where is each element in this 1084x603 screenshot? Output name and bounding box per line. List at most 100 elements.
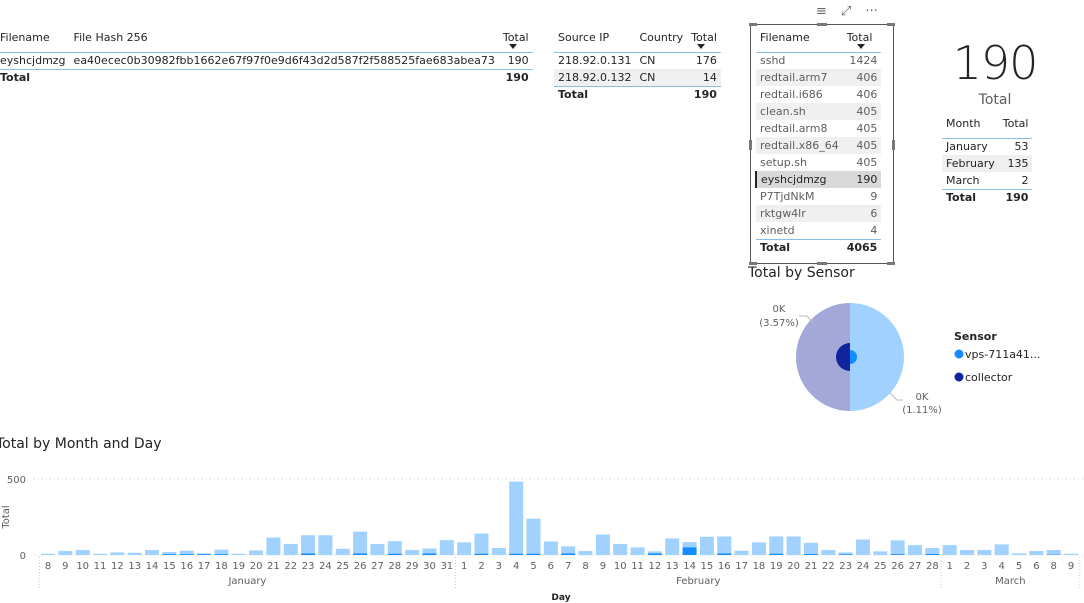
bar-highlight[interactable] <box>474 553 489 555</box>
bar[interactable] <box>595 534 610 555</box>
bar[interactable] <box>977 549 992 555</box>
table-row[interactable]: redtail.x86_64 405 <box>756 137 882 154</box>
bar[interactable] <box>1064 553 1079 555</box>
legend-marker-collector[interactable] <box>954 372 964 382</box>
bar[interactable] <box>214 549 229 555</box>
bar[interactable] <box>855 539 870 555</box>
bar-highlight[interactable] <box>179 554 194 555</box>
more-options-icon[interactable]: ··· <box>865 4 877 20</box>
bar-highlight[interactable] <box>803 554 818 555</box>
bar[interactable] <box>387 541 402 555</box>
bar-highlight[interactable] <box>353 553 368 555</box>
table-row[interactable]: rktgw4lr 6 <box>756 205 882 222</box>
bar[interactable] <box>41 553 55 555</box>
table-row[interactable]: P7TjdNkM 9 <box>756 188 881 205</box>
bar[interactable] <box>769 536 784 555</box>
bar[interactable] <box>145 549 160 555</box>
bar[interactable] <box>821 549 836 555</box>
col-filename[interactable]: Filename <box>0 28 70 52</box>
table-row[interactable]: redtail.arm8 405 <box>756 120 881 137</box>
table-row[interactable]: xinetd 4 <box>756 222 881 239</box>
table-row[interactable]: setup.sh 405 <box>756 154 881 171</box>
bar-highlight[interactable] <box>301 553 316 555</box>
bar[interactable] <box>457 542 472 555</box>
filter-icon[interactable]: ≡ <box>816 4 827 20</box>
legend-marker-vps[interactable] <box>954 349 964 359</box>
bar-highlight[interactable] <box>925 554 940 555</box>
bar-highlight[interactable] <box>647 553 662 555</box>
bar[interactable] <box>283 544 298 555</box>
bar-highlight[interactable] <box>214 554 229 555</box>
table-row[interactable]: February 135 <box>942 155 1033 172</box>
legend-item-collector[interactable]: collector <box>965 371 1013 384</box>
bar-highlight[interactable] <box>561 553 576 555</box>
bar-highlight[interactable] <box>509 553 524 555</box>
table-row[interactable]: 218.92.0.131 CN 176 <box>554 52 721 69</box>
bar[interactable] <box>231 553 246 555</box>
bar-highlight[interactable] <box>387 553 402 555</box>
bar[interactable] <box>543 541 558 555</box>
col-month[interactable]: Month <box>942 114 999 138</box>
bar[interactable] <box>717 536 732 555</box>
table-row[interactable]: eyshcjdmzg ea40ecec0b30982fbb1662e67f97f0… <box>0 52 533 69</box>
focus-mode-icon[interactable]: ⤢ <box>841 4 851 20</box>
bar-highlight[interactable] <box>197 554 212 555</box>
bar-highlight[interactable] <box>162 554 177 555</box>
table-row[interactable]: redtail.i686 406 <box>756 86 881 103</box>
bar[interactable] <box>960 549 975 555</box>
bar-highlight[interactable] <box>769 553 784 555</box>
bar[interactable] <box>630 547 645 555</box>
col-file-hash[interactable]: File Hash 256 <box>70 28 499 52</box>
bar[interactable] <box>1012 553 1027 555</box>
legend-item-vps[interactable]: vps-711a41... <box>965 348 1040 361</box>
bar[interactable] <box>318 535 333 555</box>
bar[interactable] <box>110 552 125 555</box>
col-source-ip[interactable]: Source IP <box>554 28 635 52</box>
bar[interactable] <box>890 540 905 555</box>
bar[interactable] <box>578 551 593 555</box>
bar[interactable] <box>665 538 680 555</box>
bar[interactable] <box>93 553 108 555</box>
bar[interactable] <box>803 542 818 555</box>
bar[interactable] <box>249 550 264 555</box>
table-row[interactable]: March 2 <box>942 172 1032 189</box>
bar-highlight[interactable] <box>526 553 541 555</box>
col-total[interactable]: Total <box>499 28 533 52</box>
bar[interactable] <box>405 549 420 555</box>
bar-highlight[interactable] <box>890 554 905 555</box>
col-total[interactable]: Total <box>999 114 1033 138</box>
bar[interactable] <box>908 545 922 555</box>
bar[interactable] <box>1046 549 1061 555</box>
col-filename[interactable]: Filename <box>756 28 843 52</box>
table-row[interactable]: sshd 1424 <box>756 52 881 69</box>
table-row[interactable]: eyshcjdmzg 190 <box>755 171 882 188</box>
bar[interactable] <box>734 550 749 555</box>
bar[interactable] <box>613 544 628 555</box>
table-row[interactable]: January 53 <box>942 138 1032 155</box>
bar-highlight[interactable] <box>838 554 853 555</box>
table-row[interactable]: clean.sh 405 <box>756 103 882 120</box>
bar[interactable] <box>353 531 368 555</box>
col-total[interactable]: Total <box>843 28 882 52</box>
bar-highlight[interactable] <box>717 553 732 555</box>
bar[interactable] <box>509 481 524 555</box>
bar[interactable] <box>994 544 1009 555</box>
bar[interactable] <box>127 552 142 555</box>
bar[interactable] <box>474 533 489 555</box>
bar[interactable] <box>75 549 90 555</box>
bar[interactable] <box>699 536 714 555</box>
pie-slice-vps[interactable] <box>850 303 904 411</box>
bar-highlight[interactable] <box>682 547 697 555</box>
bar[interactable] <box>266 537 281 555</box>
table-row[interactable]: 218.92.0.132 CN 14 <box>554 69 721 86</box>
bar[interactable] <box>751 542 766 555</box>
bar[interactable] <box>1029 551 1044 555</box>
table-row[interactable]: redtail.arm7 406 <box>756 69 882 86</box>
bar[interactable] <box>786 536 801 555</box>
col-country[interactable]: Country <box>635 28 687 52</box>
bar[interactable] <box>873 551 888 555</box>
col-total[interactable]: Total <box>687 28 721 52</box>
bar[interactable] <box>942 545 957 555</box>
bar[interactable] <box>335 548 350 555</box>
bar[interactable] <box>301 535 316 555</box>
